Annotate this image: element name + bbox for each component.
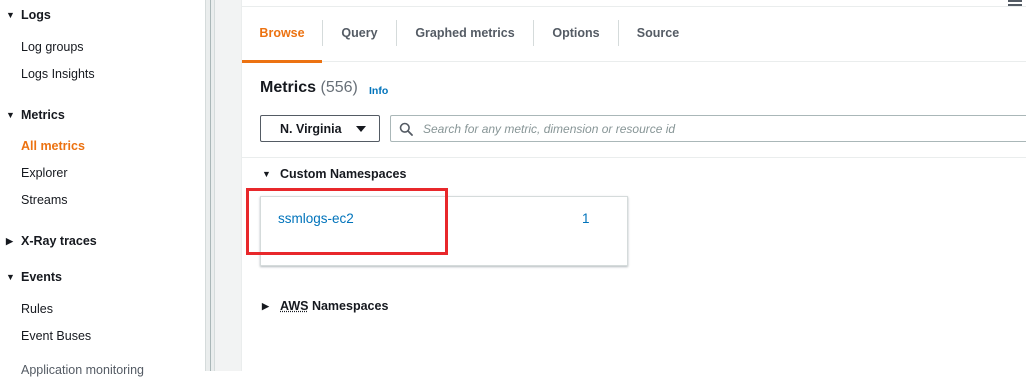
- aws-namespaces-header[interactable]: ▶ AWS Namespaces: [262, 299, 388, 313]
- search-icon: [399, 122, 413, 136]
- nav-section-metrics[interactable]: ▼ Metrics: [6, 108, 65, 122]
- search-input[interactable]: [421, 118, 1021, 139]
- nav-section-xray-traces[interactable]: ▶ X-Ray traces: [6, 234, 97, 248]
- nav-section-label: Metrics: [21, 108, 65, 122]
- nav-section-label: Events: [21, 270, 62, 284]
- metrics-count: (556): [320, 79, 358, 96]
- sidebar-item-cutoff[interactable]: Application monitoring: [21, 363, 144, 377]
- sidebar-item-event-buses[interactable]: Event Buses: [21, 329, 91, 343]
- nav-section-label: Logs: [21, 8, 51, 22]
- caret-down-icon: ▼: [6, 272, 15, 282]
- namespace-card[interactable]: ssmlogs-ec2 1: [260, 196, 628, 266]
- info-link[interactable]: Info: [369, 85, 388, 97]
- sidebar-item-all-metrics[interactable]: All metrics: [21, 139, 85, 153]
- tab-source[interactable]: Source: [619, 14, 697, 52]
- caret-down-icon: ▼: [6, 110, 15, 120]
- nav-section-label: X-Ray traces: [21, 234, 97, 248]
- custom-namespaces-header[interactable]: ▼ Custom Namespaces: [262, 167, 406, 181]
- namespace-link[interactable]: ssmlogs-ec2: [278, 211, 354, 226]
- aws-namespaces-suffix: Namespaces: [308, 299, 389, 313]
- sidebar-item-rules[interactable]: Rules: [21, 302, 53, 316]
- metrics-title-text: Metrics: [260, 79, 317, 96]
- tab-bar: Browse Query Graphed metrics Options Sou…: [242, 14, 1026, 62]
- sidebar-item-logs-insights[interactable]: Logs Insights: [21, 67, 95, 81]
- tab-query[interactable]: Query: [323, 14, 396, 52]
- namespace-metric-count[interactable]: 1: [582, 211, 590, 226]
- region-select-value: N. Virginia: [280, 121, 342, 136]
- caret-right-icon: ▶: [262, 300, 269, 311]
- caret-right-icon: ▶: [6, 235, 13, 246]
- nav-section-events[interactable]: ▼ Events: [6, 270, 62, 284]
- caret-down-icon: ▼: [6, 10, 15, 20]
- aws-abbreviation: AWS: [280, 299, 309, 313]
- sidebar-item-explorer[interactable]: Explorer: [21, 166, 68, 180]
- sidebar-item-streams[interactable]: Streams: [21, 193, 68, 207]
- metric-search-box[interactable]: [390, 115, 1026, 142]
- menu-icon[interactable]: [1008, 0, 1022, 10]
- tab-active-indicator: [242, 60, 322, 63]
- caret-down-icon: ▼: [262, 169, 271, 179]
- custom-namespaces-label: Custom Namespaces: [280, 167, 407, 181]
- tab-options[interactable]: Options: [534, 14, 618, 52]
- tab-browse[interactable]: Browse: [242, 14, 322, 52]
- sidebar-item-log-groups[interactable]: Log groups: [21, 40, 84, 54]
- tab-graphed-metrics[interactable]: Graphed metrics: [397, 14, 533, 52]
- caret-down-icon: [356, 126, 366, 132]
- divider: [241, 6, 1026, 7]
- nav-section-logs[interactable]: ▼ Logs: [6, 8, 51, 22]
- navigation-sidebar: ▼ Logs Log groups Logs Insights ▼ Metric…: [0, 0, 205, 377]
- resize-grip: [210, 0, 211, 371]
- aws-namespaces-label: AWS Namespaces: [280, 299, 388, 313]
- divider: [242, 157, 1026, 158]
- page-title: Metrics (556): [260, 79, 358, 97]
- sidebar-resize-handle[interactable]: [205, 0, 215, 371]
- region-select[interactable]: N. Virginia: [260, 115, 380, 142]
